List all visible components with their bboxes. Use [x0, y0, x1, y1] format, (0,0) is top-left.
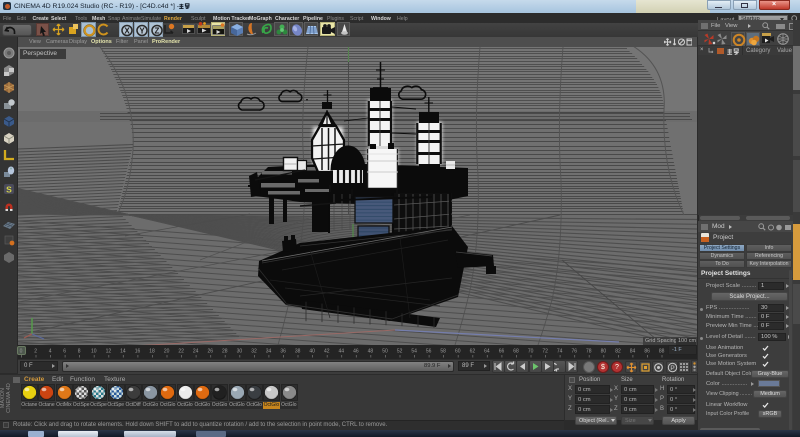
svg-text:76: 76: [572, 349, 578, 355]
svg-text:70: 70: [528, 349, 534, 355]
svg-text:86: 86: [644, 349, 650, 355]
svg-text:0: 0: [20, 349, 23, 355]
svg-text:14: 14: [120, 349, 126, 355]
svg-text:38: 38: [295, 349, 301, 355]
svg-text:56: 56: [426, 349, 432, 355]
svg-text:44: 44: [339, 349, 345, 355]
svg-text:10: 10: [91, 349, 97, 355]
svg-text:88: 88: [659, 349, 665, 355]
svg-text:64: 64: [484, 349, 490, 355]
svg-text:16: 16: [135, 349, 141, 355]
svg-text:28: 28: [222, 349, 228, 355]
svg-text:72: 72: [542, 349, 548, 355]
svg-text:32: 32: [251, 349, 257, 355]
svg-text:42: 42: [324, 349, 330, 355]
svg-text:24: 24: [193, 349, 199, 355]
svg-text:52: 52: [397, 349, 403, 355]
svg-text:50: 50: [382, 349, 388, 355]
svg-text:18: 18: [149, 349, 155, 355]
svg-text:54: 54: [411, 349, 417, 355]
svg-text:84: 84: [630, 349, 636, 355]
svg-text:58: 58: [440, 349, 446, 355]
svg-text:60: 60: [455, 349, 461, 355]
svg-text:48: 48: [368, 349, 374, 355]
svg-text:46: 46: [353, 349, 359, 355]
svg-text:8: 8: [78, 349, 81, 355]
svg-text:78: 78: [586, 349, 592, 355]
svg-text:12: 12: [106, 349, 112, 355]
svg-text:68: 68: [513, 349, 519, 355]
svg-text:82: 82: [615, 349, 621, 355]
svg-text:80: 80: [601, 349, 607, 355]
svg-text:2: 2: [34, 349, 37, 355]
svg-text:30: 30: [237, 349, 243, 355]
svg-text:36: 36: [280, 349, 286, 355]
svg-text:4: 4: [49, 349, 52, 355]
svg-text:22: 22: [178, 349, 184, 355]
svg-text:6: 6: [63, 349, 66, 355]
svg-text:20: 20: [164, 349, 170, 355]
svg-text:P: P: [670, 365, 674, 372]
svg-text:34: 34: [266, 349, 272, 355]
svg-text:40: 40: [309, 349, 315, 355]
svg-text:66: 66: [499, 349, 505, 355]
svg-text:62: 62: [470, 349, 476, 355]
svg-text:26: 26: [208, 349, 214, 355]
svg-text:S: S: [6, 185, 12, 195]
svg-text:74: 74: [557, 349, 563, 355]
